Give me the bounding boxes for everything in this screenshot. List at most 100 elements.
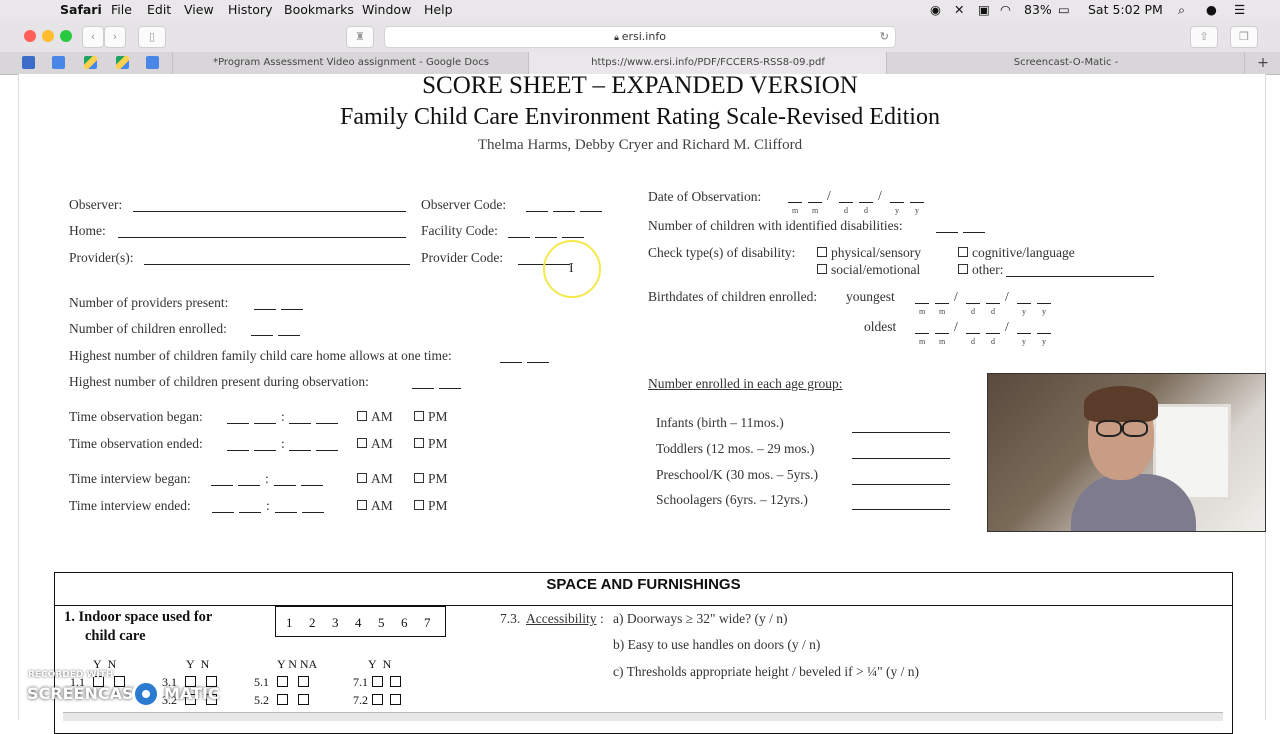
- time-int-ended-am[interactable]: AM: [357, 498, 393, 514]
- rating-3[interactable]: 3: [332, 615, 339, 631]
- time-int-began-pm[interactable]: PM: [414, 471, 448, 487]
- time-int-began-m1[interactable]: [274, 485, 296, 486]
- user-icon[interactable]: ●: [1206, 2, 1217, 17]
- menu-history[interactable]: History: [228, 2, 272, 17]
- time-obs-ended-h2[interactable]: [254, 450, 276, 451]
- highest-allows-field-1[interactable]: [500, 362, 522, 363]
- facility-code-field-1[interactable]: [508, 237, 530, 238]
- highest-present-field-1[interactable]: [412, 388, 434, 389]
- time-int-ended-m1[interactable]: [275, 512, 297, 513]
- oldest-y1[interactable]: [1017, 333, 1031, 334]
- new-tab-button[interactable]: +: [1244, 52, 1280, 74]
- menu-file[interactable]: File: [111, 2, 132, 17]
- time-int-began-h1[interactable]: [211, 485, 233, 486]
- num-enrolled-field-1[interactable]: [251, 335, 273, 336]
- dis-physical-option[interactable]: physical/sensory: [817, 245, 921, 261]
- dis-other-option[interactable]: other:: [958, 262, 1004, 278]
- rating-4[interactable]: 4: [355, 615, 362, 631]
- date-y1[interactable]: [890, 202, 904, 203]
- date-y2[interactable]: [910, 202, 924, 203]
- time-int-began-m2[interactable]: [301, 485, 323, 486]
- observer-code-field-2[interactable]: [553, 211, 575, 212]
- menu-window[interactable]: Window: [362, 2, 411, 17]
- highest-present-field-2[interactable]: [439, 388, 461, 389]
- date-m1[interactable]: [788, 202, 802, 203]
- tabs-overview-icon[interactable]: ❐: [1230, 26, 1258, 48]
- checkbox-7-1-y[interactable]: [372, 676, 383, 687]
- address-bar[interactable]: 🔒︎ ersi.info ↻: [384, 26, 896, 48]
- date-d2[interactable]: [859, 202, 873, 203]
- bookmark-drive-icon-2[interactable]: [116, 56, 129, 69]
- bookmark-docs-icon-2[interactable]: [146, 56, 159, 69]
- schoolagers-field[interactable]: [852, 509, 950, 510]
- infants-field[interactable]: [852, 432, 950, 433]
- num-enrolled-field-2[interactable]: [278, 335, 300, 336]
- oldest-m1[interactable]: [915, 333, 929, 334]
- minimize-window-button[interactable]: [42, 30, 54, 42]
- bookmark-drive-icon[interactable]: [84, 56, 97, 69]
- record-icon[interactable]: ◉: [930, 2, 941, 17]
- time-obs-began-pm[interactable]: PM: [414, 409, 448, 425]
- webcam-video[interactable]: [987, 373, 1266, 532]
- bookmark-docs-icon[interactable]: [52, 56, 65, 69]
- rating-6[interactable]: 6: [401, 615, 408, 631]
- share-extension-icon[interactable]: ♜: [346, 26, 374, 48]
- providers-field[interactable]: [144, 264, 410, 265]
- menu-bookmarks[interactable]: Bookmarks: [284, 2, 354, 17]
- facility-code-field-2[interactable]: [535, 237, 557, 238]
- share-icon[interactable]: ⇧: [1190, 26, 1218, 48]
- dis-social-option[interactable]: social/emotional: [817, 262, 920, 278]
- rating-7[interactable]: 7: [424, 615, 431, 631]
- time-int-ended-h2[interactable]: [239, 512, 261, 513]
- menu-view[interactable]: View: [184, 2, 214, 17]
- time-int-ended-h1[interactable]: [212, 512, 234, 513]
- num-providers-field-2[interactable]: [281, 309, 303, 310]
- dis-other-field[interactable]: [1006, 276, 1154, 277]
- youngest-m2[interactable]: [935, 303, 949, 304]
- close-window-button[interactable]: [24, 30, 36, 42]
- time-obs-ended-am[interactable]: AM: [357, 436, 393, 452]
- wifi-icon[interactable]: ◠: [1000, 2, 1011, 17]
- oldest-d2[interactable]: [986, 333, 1000, 334]
- observer-field[interactable]: [133, 211, 406, 212]
- num-providers-field-1[interactable]: [254, 309, 276, 310]
- oldest-m2[interactable]: [935, 333, 949, 334]
- oldest-d1[interactable]: [966, 333, 980, 334]
- time-obs-began-h2[interactable]: [254, 423, 276, 424]
- battery-icon[interactable]: ▭: [1058, 2, 1070, 17]
- checkbox-5-2-n[interactable]: [298, 694, 309, 705]
- youngest-y2[interactable]: [1037, 303, 1051, 304]
- youngest-d2[interactable]: [986, 303, 1000, 304]
- tab-pdf[interactable]: https://www.ersi.info/PDF/FCCERS-RSS8-09…: [528, 52, 887, 74]
- highest-allows-field-2[interactable]: [527, 362, 549, 363]
- time-obs-began-am[interactable]: AM: [357, 409, 393, 425]
- bookmark-calendar-icon[interactable]: [22, 56, 35, 69]
- youngest-y1[interactable]: [1017, 303, 1031, 304]
- menu-app-safari[interactable]: Safari: [60, 2, 102, 17]
- youngest-m1[interactable]: [915, 303, 929, 304]
- oldest-y2[interactable]: [1037, 333, 1051, 334]
- toddlers-field[interactable]: [852, 458, 950, 459]
- facility-code-field-3[interactable]: [562, 237, 584, 238]
- forward-button[interactable]: ›: [104, 26, 126, 48]
- time-obs-began-h1[interactable]: [227, 423, 249, 424]
- checkbox-5-2-y[interactable]: [277, 694, 288, 705]
- menu-help[interactable]: Help: [424, 2, 453, 17]
- time-obs-ended-m2[interactable]: [316, 450, 338, 451]
- home-field[interactable]: [118, 237, 406, 238]
- dis-cognitive-option[interactable]: cognitive/language: [958, 245, 1075, 261]
- num-disab-field-1[interactable]: [936, 232, 958, 233]
- date-m2[interactable]: [808, 202, 822, 203]
- shield-icon[interactable]: ▣: [978, 2, 990, 17]
- spotlight-icon[interactable]: ⌕: [1178, 2, 1185, 18]
- rating-1[interactable]: 1: [286, 615, 293, 631]
- reload-icon[interactable]: ↻: [880, 27, 889, 47]
- tab-google-docs[interactable]: *Program Assessment Video assignment - G…: [172, 52, 529, 74]
- back-button[interactable]: ‹: [82, 26, 104, 48]
- num-disab-field-2[interactable]: [963, 232, 985, 233]
- rating-2[interactable]: 2: [309, 615, 316, 631]
- time-obs-began-m1[interactable]: [289, 423, 311, 424]
- checkbox-7-2-y[interactable]: [372, 694, 383, 705]
- time-int-began-am[interactable]: AM: [357, 471, 393, 487]
- sidebar-button[interactable]: ▯: [138, 26, 166, 48]
